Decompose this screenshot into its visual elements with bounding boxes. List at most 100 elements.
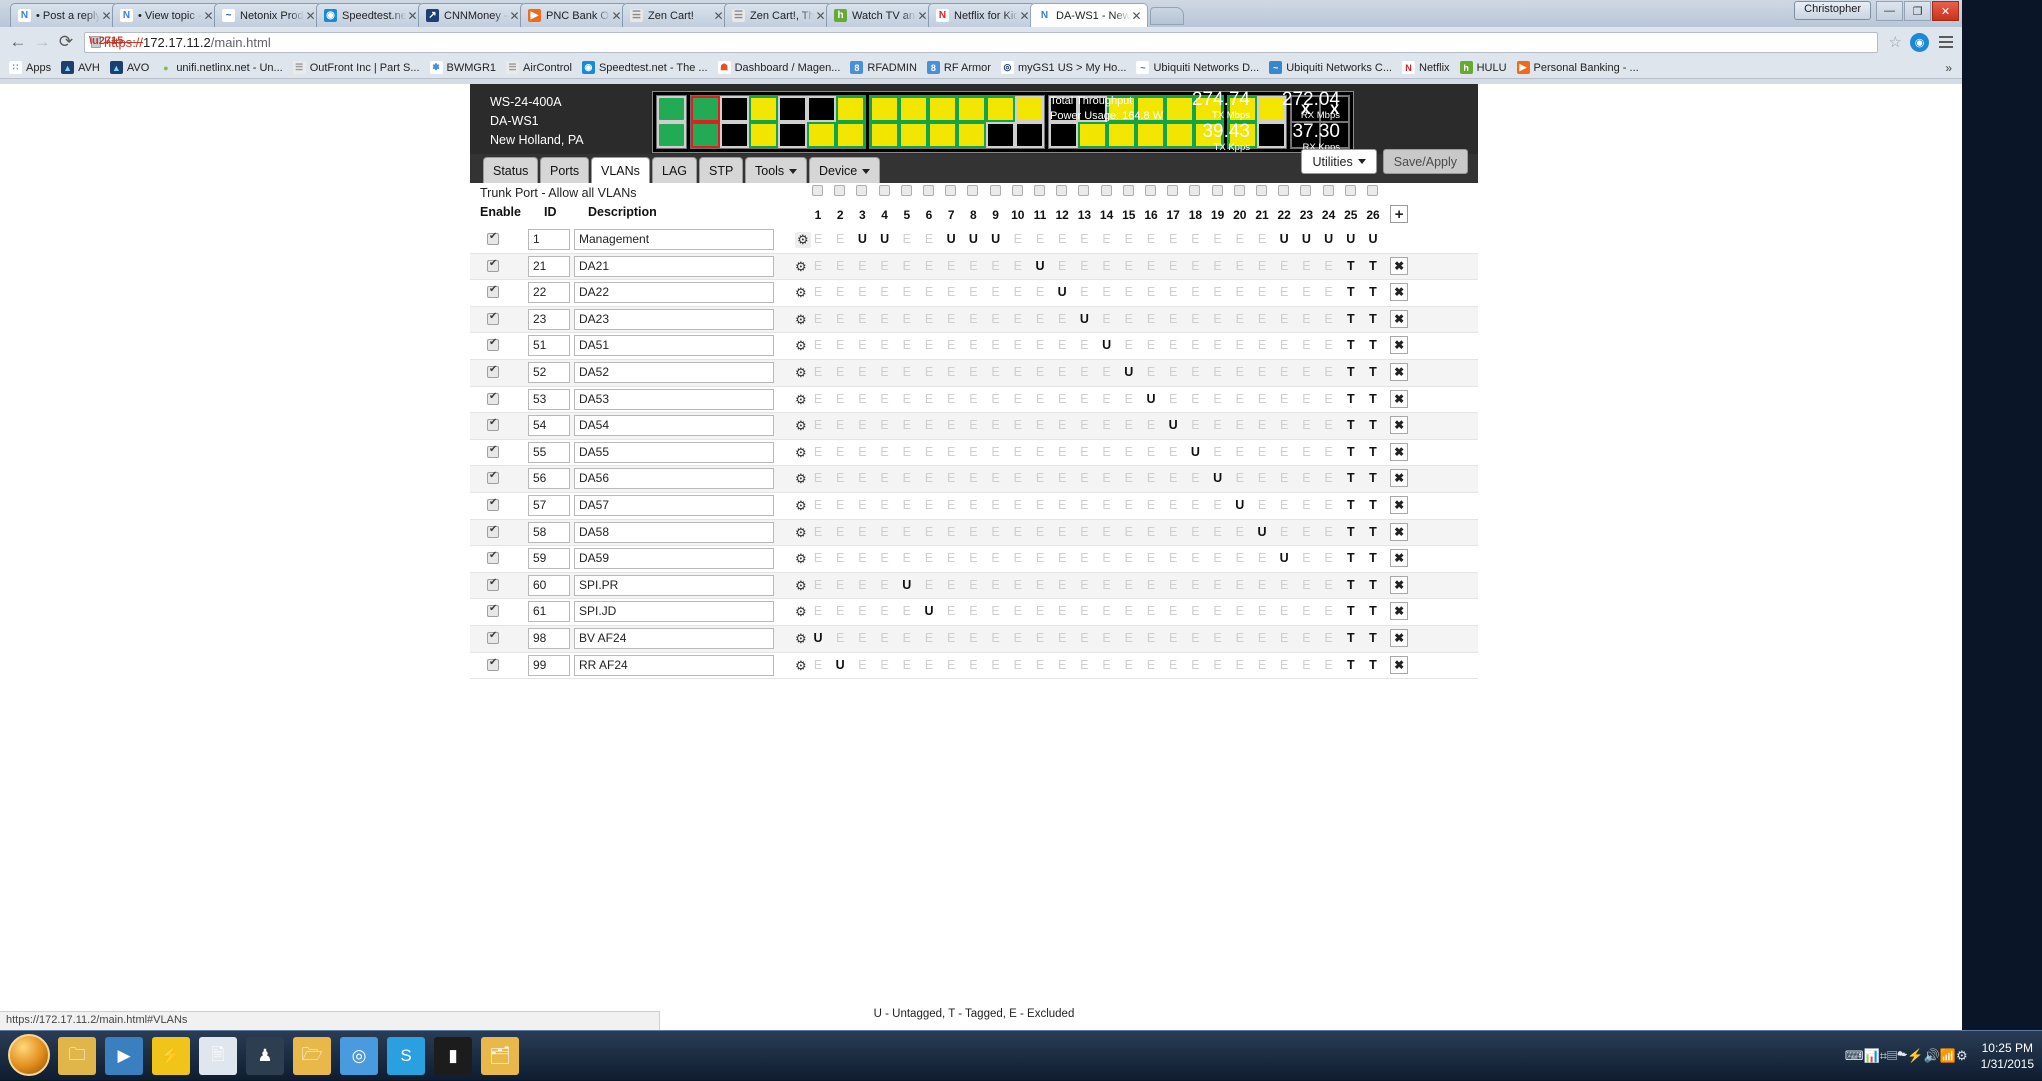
port-membership-cell[interactable]: E xyxy=(966,604,980,618)
explorer-icon[interactable]: 🗀 xyxy=(58,1037,96,1075)
port-membership-cell[interactable]: E xyxy=(833,232,847,246)
port-membership-cell[interactable]: E xyxy=(1299,365,1313,379)
trunk-port-checkbox[interactable] xyxy=(1167,185,1178,196)
port-membership-cell[interactable]: E xyxy=(878,312,892,326)
port-membership-cell[interactable]: E xyxy=(1255,471,1269,485)
port-membership-cell[interactable]: E xyxy=(1211,445,1225,459)
port-membership-cell[interactable]: T xyxy=(1366,604,1380,618)
port-membership-cell[interactable]: E xyxy=(989,445,1003,459)
port-membership-cell[interactable]: T xyxy=(1366,392,1380,406)
port-membership-cell[interactable]: E xyxy=(1122,658,1136,672)
port-membership-cell[interactable]: E xyxy=(1299,445,1313,459)
port-membership-cell[interactable]: E xyxy=(1100,578,1114,592)
tab-ports[interactable]: Ports xyxy=(540,157,589,184)
port-membership-cell[interactable]: E xyxy=(1011,285,1025,299)
port-membership-cell[interactable]: E xyxy=(1255,259,1269,273)
port-membership-cell[interactable]: E xyxy=(1166,525,1180,539)
bookmark-item[interactable]: ∷Apps xyxy=(4,58,56,78)
port-membership-cell[interactable]: E xyxy=(1033,631,1047,645)
port-membership-cell[interactable]: E xyxy=(878,498,892,512)
port-membership-cell[interactable]: E xyxy=(1166,285,1180,299)
vlan-enable-checkbox[interactable] xyxy=(487,552,499,564)
port-membership-cell[interactable]: E xyxy=(989,631,1003,645)
port-membership-cell[interactable]: E xyxy=(855,365,869,379)
port-membership-cell[interactable]: E xyxy=(1144,658,1158,672)
port-led[interactable] xyxy=(1015,96,1044,122)
port-membership-cell[interactable]: E xyxy=(1255,418,1269,432)
vlan-description-input[interactable]: DA51 xyxy=(574,335,774,356)
port-membership-cell[interactable]: U xyxy=(1277,232,1291,246)
vlan-settings-gear-icon[interactable]: ⚙ xyxy=(795,418,807,434)
port-membership-cell[interactable]: E xyxy=(1144,525,1158,539)
port-membership-cell[interactable]: U xyxy=(989,232,1003,246)
port-membership-cell[interactable]: E xyxy=(1188,658,1202,672)
port-membership-cell[interactable]: E xyxy=(922,471,936,485)
port-led[interactable] xyxy=(657,96,686,122)
port-led[interactable] xyxy=(1078,122,1107,148)
trunk-port-checkbox[interactable] xyxy=(1189,185,1200,196)
port-membership-cell[interactable]: E xyxy=(1033,498,1047,512)
port-membership-cell[interactable]: E xyxy=(833,631,847,645)
vlan-settings-gear-icon[interactable]: ⚙ xyxy=(795,578,807,594)
port-membership-cell[interactable]: E xyxy=(989,525,1003,539)
port-membership-cell[interactable]: E xyxy=(878,551,892,565)
port-membership-cell[interactable]: E xyxy=(1055,658,1069,672)
port-membership-cell[interactable]: E xyxy=(944,418,958,432)
port-membership-cell[interactable]: E xyxy=(1322,259,1336,273)
vlan-id-input[interactable]: 1 xyxy=(528,229,570,250)
vlan-description-input[interactable]: DA21 xyxy=(574,256,774,277)
port-membership-cell[interactable]: E xyxy=(878,471,892,485)
files-icon[interactable]: 🗂 xyxy=(481,1037,519,1075)
vlan-description-input[interactable]: DA52 xyxy=(574,362,774,383)
port-membership-cell[interactable]: E xyxy=(922,312,936,326)
port-led[interactable] xyxy=(870,122,899,148)
port-membership-cell[interactable]: E xyxy=(1233,551,1247,565)
vlan-enable-checkbox[interactable] xyxy=(487,659,499,671)
port-membership-cell[interactable]: U xyxy=(1233,498,1247,512)
port-membership-cell[interactable]: E xyxy=(855,392,869,406)
port-membership-cell[interactable]: E xyxy=(1277,338,1291,352)
port-membership-cell[interactable]: E xyxy=(900,259,914,273)
port-membership-cell[interactable]: U xyxy=(1122,365,1136,379)
vlan-id-input[interactable]: 55 xyxy=(528,442,570,463)
trunk-port-checkbox[interactable] xyxy=(1345,185,1356,196)
vlan-description-input[interactable]: DA23 xyxy=(574,309,774,330)
port-membership-cell[interactable]: E xyxy=(1077,578,1091,592)
port-membership-cell[interactable]: E xyxy=(1033,365,1047,379)
bookmark-item[interactable]: hHULU xyxy=(1455,58,1512,78)
trunk-port-checkbox[interactable] xyxy=(1034,185,1045,196)
port-membership-cell[interactable]: E xyxy=(944,525,958,539)
delete-vlan-button[interactable]: ✖ xyxy=(1390,549,1408,567)
port-membership-cell[interactable]: E xyxy=(900,312,914,326)
port-membership-cell[interactable]: E xyxy=(1122,551,1136,565)
browser-tab[interactable]: N• Post a reply✕ xyxy=(10,3,118,27)
port-membership-cell[interactable]: E xyxy=(989,471,1003,485)
port-membership-cell[interactable]: U xyxy=(1077,312,1091,326)
port-membership-cell[interactable]: E xyxy=(1055,604,1069,618)
port-membership-cell[interactable]: E xyxy=(1255,578,1269,592)
vlan-id-input[interactable]: 52 xyxy=(528,362,570,383)
port-membership-cell[interactable]: E xyxy=(878,604,892,618)
port-membership-cell[interactable]: E xyxy=(966,498,980,512)
port-membership-cell[interactable]: E xyxy=(1077,471,1091,485)
port-membership-cell[interactable]: E xyxy=(1077,551,1091,565)
port-membership-cell[interactable]: E xyxy=(1255,285,1269,299)
port-membership-cell[interactable]: E xyxy=(878,658,892,672)
port-membership-cell[interactable]: E xyxy=(1277,392,1291,406)
port-membership-cell[interactable]: U xyxy=(833,658,847,672)
port-led[interactable] xyxy=(899,96,928,122)
port-membership-cell[interactable]: E xyxy=(1077,392,1091,406)
port-membership-cell[interactable]: T xyxy=(1366,338,1380,352)
port-membership-cell[interactable]: T xyxy=(1366,312,1380,326)
port-membership-cell[interactable]: E xyxy=(1322,338,1336,352)
port-membership-cell[interactable]: E xyxy=(878,259,892,273)
tab-status[interactable]: Status xyxy=(483,157,538,184)
bookmark-item[interactable]: ☰OutFront Inc | Part S... xyxy=(288,58,425,78)
port-membership-cell[interactable]: T xyxy=(1344,604,1358,618)
port-membership-cell[interactable]: E xyxy=(1011,445,1025,459)
port-membership-cell[interactable]: E xyxy=(833,259,847,273)
vlan-settings-gear-icon[interactable]: ⚙ xyxy=(795,232,811,248)
port-led[interactable] xyxy=(986,96,1015,122)
port-membership-cell[interactable]: E xyxy=(811,525,825,539)
port-membership-cell[interactable]: E xyxy=(1077,498,1091,512)
